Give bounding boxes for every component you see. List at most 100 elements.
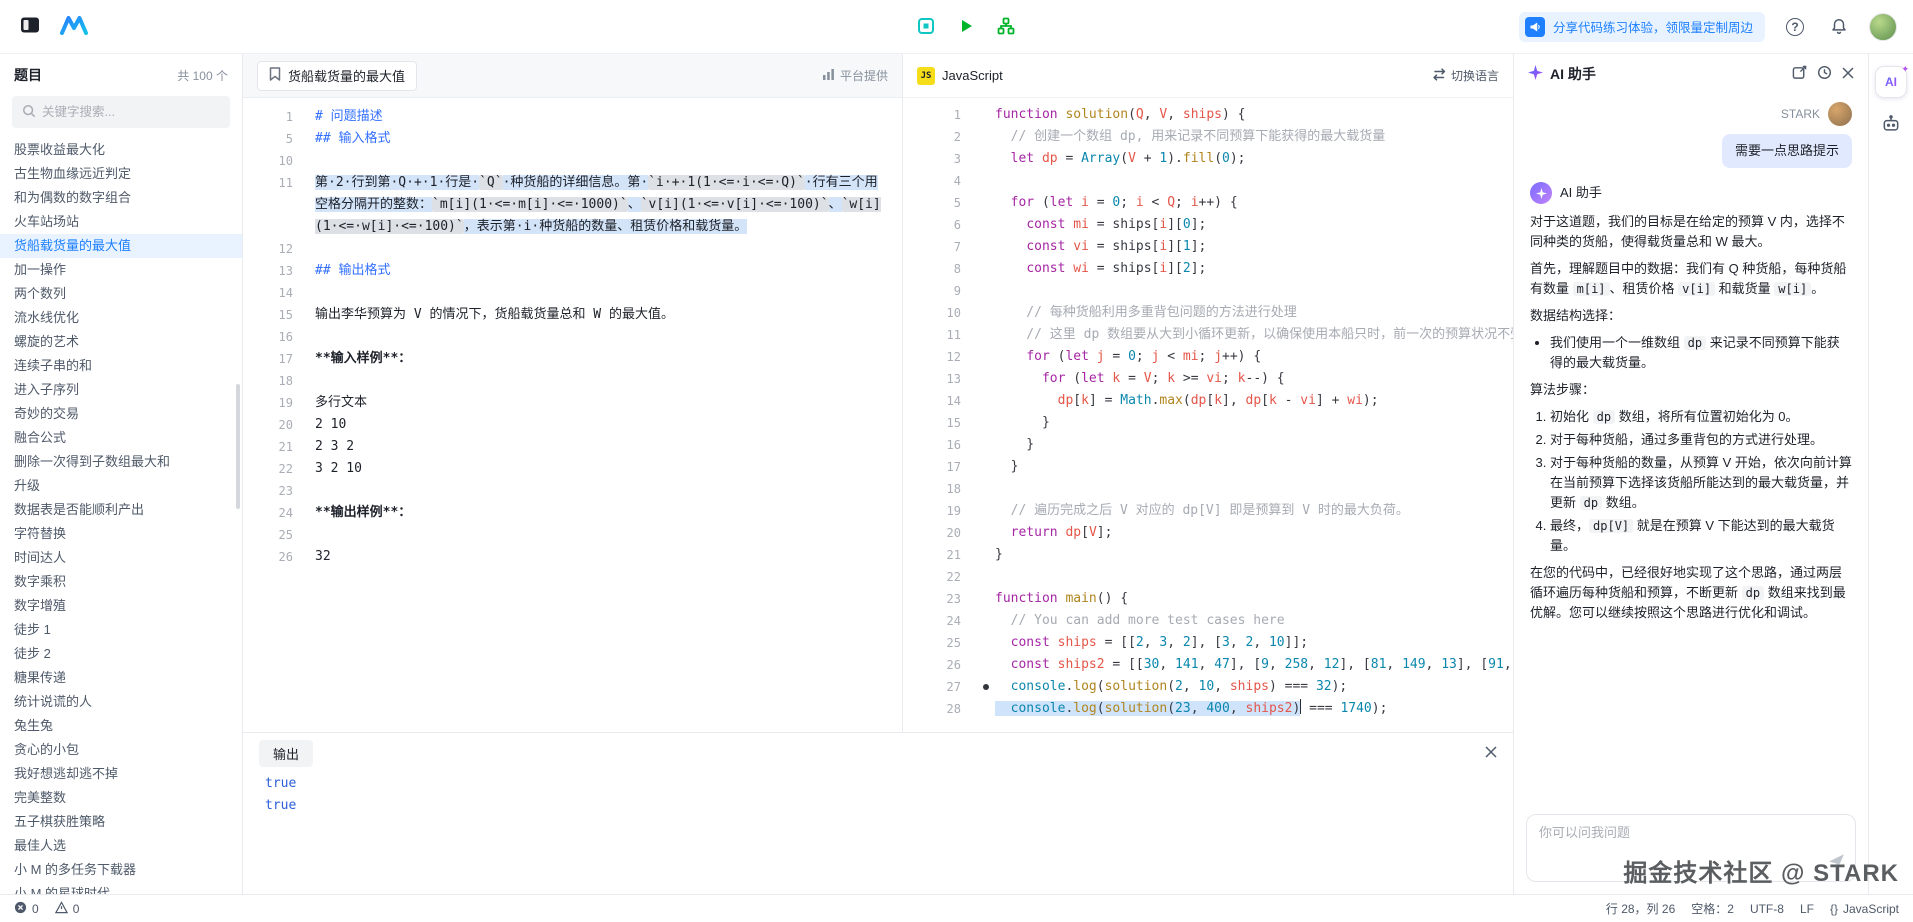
logo-mountain-icon: [59, 14, 89, 39]
code-line: 16 }: [903, 434, 1513, 456]
layout-icon: [917, 17, 935, 38]
warning-indicator[interactable]: 0: [55, 901, 80, 917]
run-controls: [912, 0, 1020, 54]
statusbar: 0 0 行 28，列 26 空格：2 UTF-8 LF {} JavaScrip…: [0, 894, 1913, 922]
bell-icon: [1830, 16, 1848, 37]
markdown-row: 5## 输入格式: [243, 128, 902, 150]
sidebar-problem-item[interactable]: 我好想逃却逃不掉: [0, 762, 242, 786]
language-tab-label: JavaScript: [942, 68, 1003, 83]
sidebar-problem-item[interactable]: 两个数列: [0, 282, 242, 306]
markdown-row: 2632: [243, 546, 902, 568]
code-line: 23function main() {: [903, 588, 1513, 610]
ai-input-box: [1526, 814, 1856, 882]
robot-assistant-button[interactable]: [1881, 114, 1901, 137]
send-button[interactable]: [1828, 853, 1845, 873]
sidebar-problem-item[interactable]: 融合公式: [0, 426, 242, 450]
sidebar-problem-item[interactable]: 和为偶数的数字组合: [0, 186, 242, 210]
language-tab[interactable]: JS JavaScript: [917, 67, 1003, 85]
banner-text: 分享代码练习体验，领限量定制周边: [1553, 17, 1753, 36]
code-line: 10 // 每种货船利用多重背包问题的方法进行处理: [903, 302, 1513, 324]
sidebar-problem-item[interactable]: 徒步 1: [0, 618, 242, 642]
sidebar-problem-item[interactable]: 小 M 的多任务下载器: [0, 858, 242, 882]
error-indicator[interactable]: 0: [14, 901, 39, 917]
sidebar-problem-item[interactable]: 股票收益最大化: [0, 138, 242, 162]
sidebar-problem-item[interactable]: 字符替换: [0, 522, 242, 546]
debug-tree-button[interactable]: [992, 13, 1020, 41]
sidebar-problem-item[interactable]: 货船载货量的最大值: [0, 234, 242, 258]
app-logo[interactable]: [60, 13, 88, 41]
sidebar-problem-item[interactable]: 小 M 的星球时代: [0, 882, 242, 894]
new-chat-button[interactable]: [1792, 65, 1807, 83]
javascript-icon: JS: [917, 67, 935, 85]
encoding-setting[interactable]: UTF-8: [1750, 902, 1784, 916]
sidebar-problem-item[interactable]: 火车站场站: [0, 210, 242, 234]
ai-sparkle-icon: [1528, 65, 1543, 83]
code-line: 25 const ships = [[2, 3, 2], [3, 2, 10]]…: [903, 632, 1513, 654]
markdown-row: 13## 输出格式: [243, 260, 902, 282]
sidebar-problem-item[interactable]: 兔生兔: [0, 714, 242, 738]
user-name-label: STARK: [1781, 104, 1820, 124]
sidebar-problem-item[interactable]: 糖果传递: [0, 666, 242, 690]
tree-icon: [997, 17, 1015, 38]
sidebar-problem-item[interactable]: 数字增殖: [0, 594, 242, 618]
robot-icon: [1881, 114, 1901, 137]
code-content[interactable]: 1function solution(Q, V, ships) {2 // 创建…: [903, 98, 1513, 732]
ai-assistant-badge[interactable]: AI ✦: [1875, 66, 1907, 98]
ai-conversation: STARK 需要一点思路提示 AI 助手 对于这道题，我们的目标是在给定的预算 …: [1514, 94, 1868, 806]
sidebar-problem-item[interactable]: 数字乘积: [0, 570, 242, 594]
close-output-button[interactable]: [1485, 746, 1497, 761]
ai-avatar: [1530, 182, 1552, 204]
sidebar-panel-icon: [20, 15, 40, 38]
eol-setting[interactable]: LF: [1800, 902, 1814, 916]
user-avatar[interactable]: [1869, 13, 1897, 41]
notifications-button[interactable]: [1825, 13, 1853, 41]
sidebar-problem-item[interactable]: 数据表是否能顺利产出: [0, 498, 242, 522]
sidebar-problem-item[interactable]: 古生物血缘远近判定: [0, 162, 242, 186]
run-button[interactable]: [952, 13, 980, 41]
output-tab[interactable]: 输出: [259, 740, 313, 767]
clock-icon: [1817, 65, 1832, 83]
history-button[interactable]: [1817, 65, 1832, 83]
switch-language-button[interactable]: 切换语言: [1432, 67, 1499, 84]
code-line: 3 let dp = Array(V + 1).fill(0);: [903, 148, 1513, 170]
sidebar-problem-item[interactable]: 完美整数: [0, 786, 242, 810]
sidebar-problem-item[interactable]: 徒步 2: [0, 642, 242, 666]
markdown-row: 23: [243, 480, 902, 502]
close-ai-button[interactable]: [1842, 67, 1854, 82]
cursor-position[interactable]: 行 28，列 26: [1606, 900, 1675, 917]
sidebar-problem-item[interactable]: 升级: [0, 474, 242, 498]
code-line: 27 console.log(solution(2, 10, ships) ==…: [903, 676, 1513, 698]
lightbulb-marker[interactable]: [983, 684, 989, 690]
sidebar-problem-item[interactable]: 奇妙的交易: [0, 402, 242, 426]
problem-content[interactable]: 1# 问题描述5## 输入格式1011第·2·行到第·Q·+·1·行是·`Q`·…: [243, 98, 902, 732]
sidebar-problem-item[interactable]: 加一操作: [0, 258, 242, 282]
sidebar-toggle-button[interactable]: [16, 13, 44, 41]
help-button[interactable]: ?: [1781, 13, 1809, 41]
sidebar-problem-item[interactable]: 螺旋的艺术: [0, 330, 242, 354]
sidebar-problem-item[interactable]: 时间达人: [0, 546, 242, 570]
sidebar-problem-item[interactable]: 统计说谎的人: [0, 690, 242, 714]
markdown-row: 15输出李华预算为 V 的情况下，货船载货量总和 W 的最大值。: [243, 304, 902, 326]
run-settings-button[interactable]: [912, 13, 940, 41]
code-line: 20 return dp[V];: [903, 522, 1513, 544]
sidebar-problem-item[interactable]: 流水线优化: [0, 306, 242, 330]
sidebar-problem-item[interactable]: 最佳人选: [0, 834, 242, 858]
sidebar-problem-item[interactable]: 连续子串的和: [0, 354, 242, 378]
sidebar-problem-item[interactable]: 删除一次得到子数组最大和: [0, 450, 242, 474]
indent-setting[interactable]: 空格：2: [1691, 900, 1734, 917]
ai-question-input[interactable]: [1539, 825, 1819, 840]
sparkle-icon: ✦: [1901, 64, 1909, 75]
code-line: 12 for (let j = 0; j < mi; j++) {: [903, 346, 1513, 368]
sidebar-scrollbar[interactable]: [236, 384, 240, 509]
sidebar-problem-item[interactable]: 贪心的小包: [0, 738, 242, 762]
language-mode[interactable]: {} JavaScript: [1830, 902, 1899, 916]
problem-tab[interactable]: 货船载货量的最大值: [257, 61, 417, 91]
markdown-row: 25: [243, 524, 902, 546]
sidebar-problem-item[interactable]: 进入子序列: [0, 378, 242, 402]
code-line: 2 // 创建一个数组 dp, 用来记录不同预算下能获得的最大载货量: [903, 126, 1513, 148]
search-input[interactable]: [42, 105, 220, 119]
sidebar-problem-item[interactable]: 五子棋获胜策略: [0, 810, 242, 834]
user-avatar-small: [1828, 102, 1852, 126]
promo-banner[interactable]: 分享代码练习体验，领限量定制周边: [1519, 12, 1765, 42]
app-root: 分享代码练习体验，领限量定制周边 ? 题目 共 100 个: [0, 0, 1913, 922]
